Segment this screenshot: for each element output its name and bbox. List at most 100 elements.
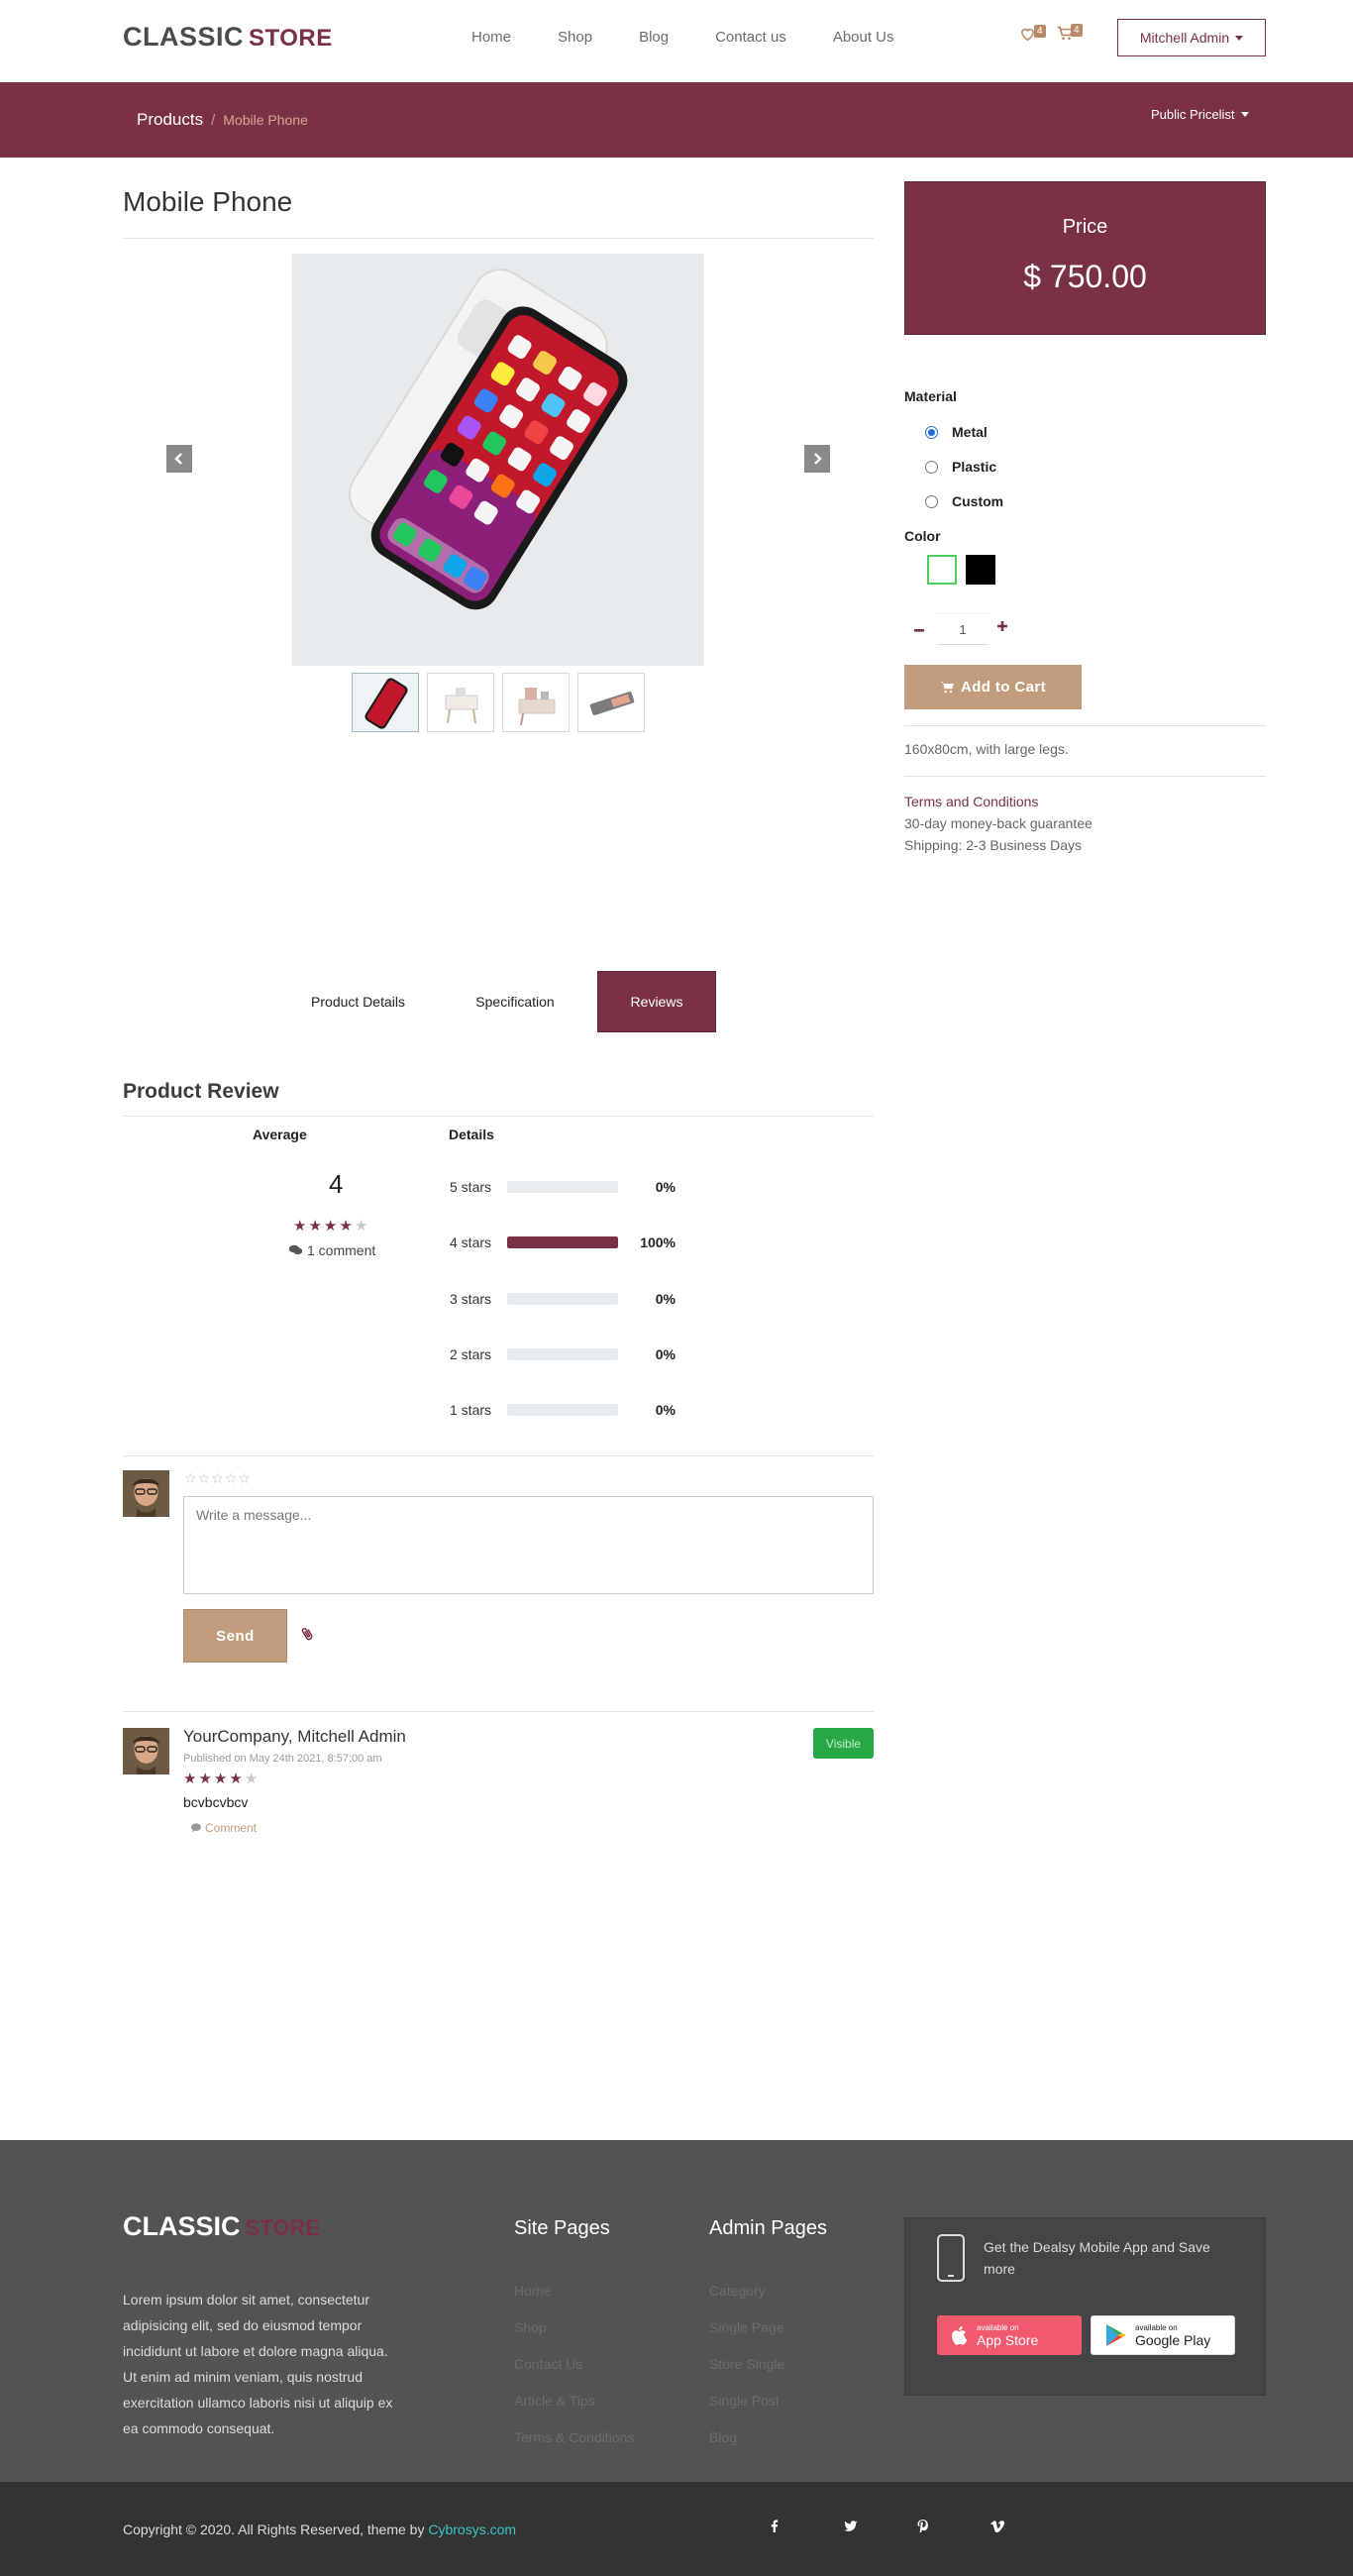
site-footer: CLASSIC STORE Lorem ipsum dolor sit amet,…	[0, 2140, 1353, 2482]
price-value: $ 750.00	[1023, 259, 1147, 294]
star-empty-icon[interactable]: ☆	[184, 1470, 197, 1487]
user-name: Mitchell Admin	[1139, 30, 1230, 46]
rating-bar-track	[507, 1348, 618, 1360]
app-store-button[interactable]: available on App Store	[937, 2315, 1082, 2355]
message-textarea[interactable]: Write a message...	[183, 1496, 874, 1594]
rating-bar-label: 4 stars	[450, 1234, 492, 1250]
mobile-phone-icon	[937, 2234, 965, 2282]
rating-bar-percent: 0%	[655, 1291, 676, 1307]
average-rating-stars: ★ ★ ★ ★ ★	[293, 1217, 367, 1234]
star-empty-icon[interactable]: ☆	[238, 1470, 251, 1487]
comment-reply-link[interactable]: Comment	[190, 1821, 257, 1835]
nav-home[interactable]: Home	[471, 29, 511, 46]
star-empty-icon[interactable]: ☆	[198, 1470, 211, 1487]
color-label: Color	[904, 528, 941, 544]
breadcrumb-products[interactable]: Products	[137, 110, 203, 130]
divider	[123, 1711, 874, 1712]
material-option-plastic[interactable]: Plastic	[925, 459, 996, 475]
quantity-input[interactable]: 1	[937, 613, 989, 645]
thumbnail-desk[interactable]	[427, 673, 494, 732]
material-option-metal[interactable]: Metal	[925, 424, 988, 440]
footer-link-terms[interactable]: Terms & Conditions	[514, 2429, 634, 2445]
shipping-text: Shipping: 2-3 Business Days	[904, 837, 1082, 853]
vimeo-icon[interactable]	[990, 2520, 1064, 2535]
star-filled-icon: ★	[308, 1218, 322, 1234]
comment-author: YourCompany, Mitchell Admin	[183, 1727, 406, 1746]
thumbnail-desk-items[interactable]	[502, 673, 570, 732]
gallery-next-button[interactable]	[804, 445, 830, 473]
user-menu-button[interactable]: Mitchell Admin	[1117, 19, 1266, 56]
product-description: 160x80cm, with large legs.	[904, 741, 1069, 757]
star-filled-icon: ★	[213, 1771, 228, 1787]
breadcrumb-band: Products / Mobile Phone Public Pricelist	[0, 82, 1353, 158]
rating-bar-percent: 0%	[655, 1179, 676, 1195]
rating-bar-row: 3 stars 0%	[450, 1291, 676, 1307]
cybrosys-link[interactable]: Cybrosys.com	[428, 2522, 516, 2537]
star-filled-icon: ★	[183, 1771, 197, 1787]
thumbnail-strip	[352, 673, 645, 732]
footer-link-shop[interactable]: Shop	[514, 2319, 547, 2335]
footer-link-contact[interactable]: Contact Us	[514, 2356, 582, 2372]
thumbnail-phone[interactable]	[352, 673, 419, 732]
star-empty-icon[interactable]: ☆	[225, 1470, 238, 1487]
footer-link-store-single[interactable]: Store Single	[709, 2356, 784, 2372]
rating-input-stars[interactable]: ☆ ☆ ☆ ☆ ☆	[184, 1470, 251, 1487]
product-title: Mobile Phone	[123, 186, 293, 217]
pinterest-icon[interactable]	[917, 2520, 990, 2535]
breadcrumb-current: Mobile Phone	[223, 112, 308, 128]
guarantee-text: 30-day money-back guarantee	[904, 815, 1093, 831]
material-option-custom[interactable]: Custom	[925, 493, 1003, 509]
send-button[interactable]: Send	[183, 1609, 287, 1663]
nav-shop[interactable]: Shop	[558, 29, 592, 46]
radio-selected-icon[interactable]	[925, 425, 938, 439]
tab-specification[interactable]: Specification	[433, 971, 597, 1032]
google-play-button[interactable]: available on Google Play	[1091, 2315, 1235, 2355]
pricelist-dropdown[interactable]: Public Pricelist	[1151, 107, 1249, 122]
cart-link[interactable]: 4	[1057, 24, 1083, 46]
footer-link-single-page[interactable]: Single Page	[709, 2319, 784, 2335]
facebook-icon[interactable]	[771, 2520, 844, 2535]
site-header: CLASSIC STORE Home Shop Blog Contact us A…	[0, 0, 1353, 82]
star-empty-icon[interactable]: ☆	[211, 1470, 224, 1487]
footer-link-single-post[interactable]: Single Post	[709, 2393, 780, 2409]
twitter-icon[interactable]	[844, 2520, 917, 2535]
rating-bar-track	[507, 1293, 618, 1305]
wishlist-count-badge: 4	[1034, 24, 1046, 38]
attachment-button[interactable]	[301, 1626, 313, 1646]
quantity-increase-button[interactable]	[996, 615, 1008, 638]
footer-logo[interactable]: CLASSIC STORE	[123, 2211, 320, 2242]
footer-link-articles[interactable]: Article & Tips	[514, 2393, 595, 2409]
radio-icon[interactable]	[925, 460, 938, 474]
product-main-image[interactable]	[292, 254, 704, 666]
color-swatch-white[interactable]	[927, 555, 957, 585]
phone-image	[292, 254, 704, 666]
tab-product-details[interactable]: Product Details	[283, 971, 433, 1032]
gallery-prev-button[interactable]	[166, 445, 192, 473]
footer-link-blog[interactable]: Blog	[709, 2429, 737, 2445]
wishlist-link[interactable]: 4	[1020, 24, 1046, 46]
copyright-bar: Copyright © 2020. All Rights Reserved, t…	[0, 2482, 1353, 2576]
nav-about[interactable]: About Us	[833, 29, 894, 46]
price-box: Price $ 750.00	[904, 181, 1266, 335]
terms-link[interactable]: Terms and Conditions	[904, 794, 1038, 809]
minus-icon	[914, 629, 924, 632]
site-pages-title: Site Pages	[514, 2217, 610, 2239]
comment-count[interactable]: 1 comment	[288, 1242, 375, 1258]
color-swatch-black[interactable]	[966, 555, 995, 585]
divider	[123, 1116, 874, 1117]
tab-reviews[interactable]: Reviews	[597, 971, 716, 1032]
price-label: Price	[1062, 216, 1108, 238]
rating-bar-row: 5 stars 0%	[450, 1179, 676, 1195]
site-logo[interactable]: CLASSIC STORE	[123, 22, 333, 53]
footer-link-home[interactable]: Home	[514, 2283, 551, 2299]
nav-contact[interactable]: Contact us	[715, 29, 786, 46]
add-to-cart-button[interactable]: Add to Cart	[904, 665, 1082, 709]
nav-blog[interactable]: Blog	[639, 29, 669, 46]
divider	[123, 238, 874, 239]
quantity-decrease-button[interactable]	[913, 616, 925, 642]
rating-bar-label: 5 stars	[450, 1179, 492, 1195]
footer-link-category[interactable]: Category	[709, 2283, 766, 2299]
radio-icon[interactable]	[925, 494, 938, 508]
thumbnail-device[interactable]	[577, 673, 645, 732]
visibility-status-button[interactable]: Visible	[813, 1728, 874, 1759]
